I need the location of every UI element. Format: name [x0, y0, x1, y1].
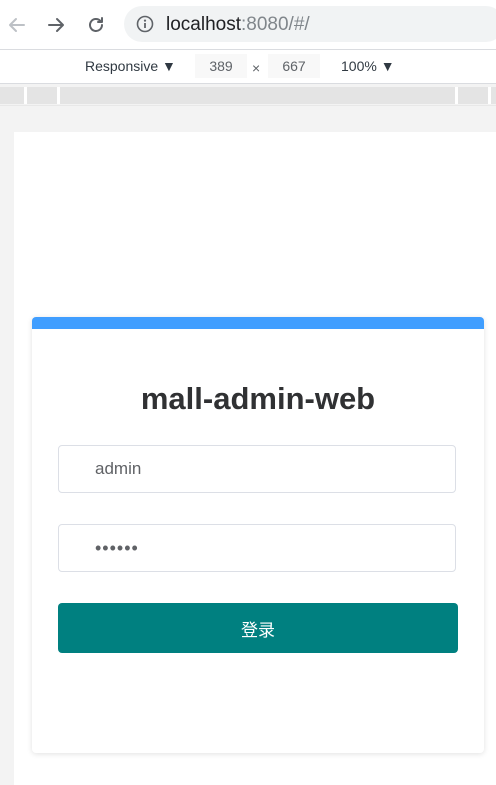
- reload-button[interactable]: [83, 12, 109, 38]
- url-path: :8080/#/: [241, 14, 310, 35]
- password-input[interactable]: [95, 525, 435, 571]
- browser-toolbar: localhost:8080/#/: [0, 0, 496, 50]
- login-button[interactable]: 登录: [58, 603, 458, 653]
- ruler-divider: [57, 87, 60, 104]
- zoom-select[interactable]: 100% ▼: [341, 58, 395, 74]
- url-host: localhost: [166, 14, 241, 35]
- ruler-divider: [24, 87, 27, 104]
- forward-button[interactable]: [43, 12, 69, 38]
- address-bar[interactable]: localhost:8080/#/: [124, 6, 496, 42]
- username-input[interactable]: [95, 446, 435, 492]
- device-select[interactable]: Responsive ▼: [85, 58, 176, 74]
- arrow-right-icon: [48, 18, 64, 32]
- page-viewport: mall-admin-web 登录: [14, 132, 496, 785]
- username-field[interactable]: [58, 445, 456, 493]
- viewport-height-input[interactable]: 667: [268, 54, 320, 78]
- ruler-bar: [0, 87, 496, 104]
- password-field[interactable]: [58, 524, 456, 572]
- device-toolbar: Responsive ▼ 389 × 667 100% ▼: [0, 50, 496, 84]
- back-button[interactable]: [4, 12, 30, 38]
- url-text[interactable]: localhost:8080/#/: [166, 14, 310, 36]
- reload-icon: [89, 17, 103, 32]
- info-circle-icon[interactable]: [136, 15, 154, 33]
- ruler-divider: [455, 87, 458, 104]
- login-card: mall-admin-web 登录: [32, 317, 484, 753]
- ruler-divider: [488, 87, 491, 104]
- card-accent-bar: [32, 317, 484, 329]
- media-query-ruler[interactable]: [0, 84, 496, 106]
- viewport-width-input[interactable]: 389: [195, 54, 247, 78]
- dimension-separator: ×: [252, 60, 261, 76]
- arrow-left-icon: [9, 18, 25, 32]
- page-title: mall-admin-web: [140, 381, 376, 416]
